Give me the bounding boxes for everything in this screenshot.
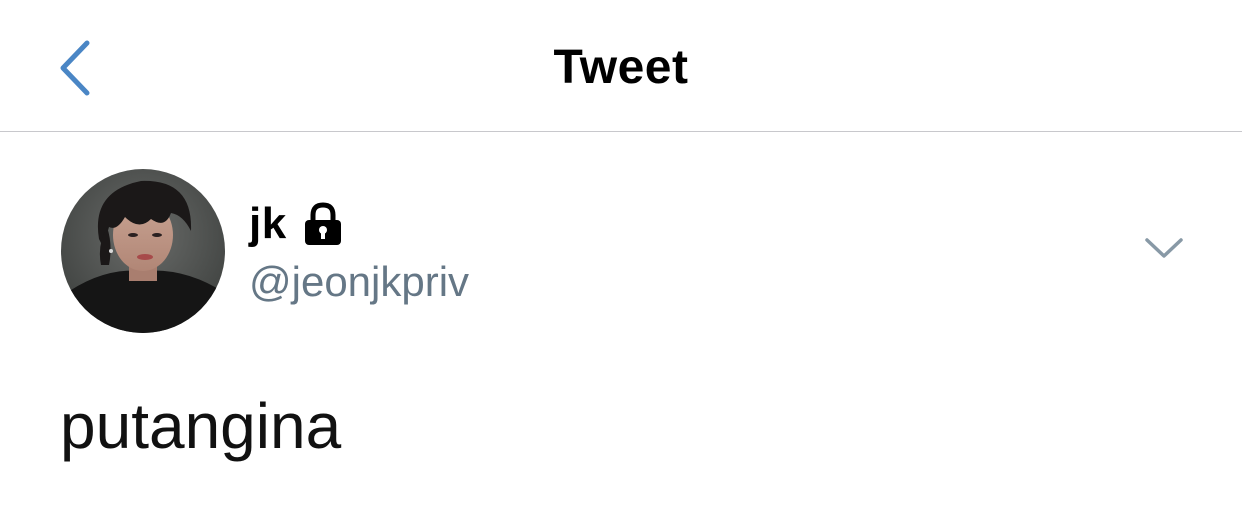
author-handle[interactable]: @jeonjkpriv: [249, 256, 469, 308]
author-display-name: jk: [249, 199, 287, 248]
author-name-row[interactable]: jk: [249, 196, 345, 252]
tweet-text: putangina: [60, 390, 342, 462]
page-title: Tweet: [553, 41, 689, 94]
navigation-header: Tweet: [0, 0, 1242, 132]
lock-icon: [301, 202, 345, 246]
avatar[interactable]: [61, 169, 225, 333]
chevron-down-icon: [1144, 236, 1184, 265]
tweet-menu-button[interactable]: [1138, 228, 1190, 272]
